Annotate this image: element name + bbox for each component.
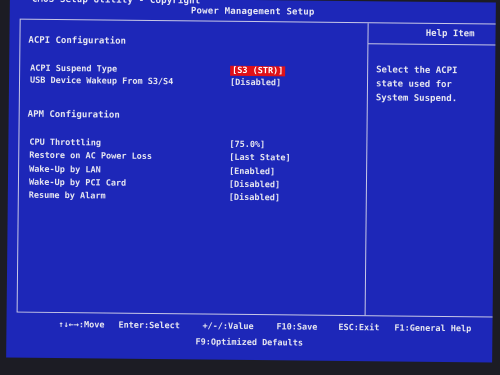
setting-label: Restore on AC Power Loss [29,150,153,162]
setting-value[interactable]: [Disabled] [230,78,281,89]
setting-resume-alarm[interactable]: Resume by Alarm [Disabled] [29,191,359,206]
help-text: Select the ACPI state used for System Su… [376,63,494,106]
key-hint-defaults: F9:Optimized Defaults [195,337,304,349]
setting-value[interactable]: [Last State] [229,153,291,164]
setting-value[interactable]: [Disabled] [229,180,280,191]
help-line: Select the ACPI [376,65,458,77]
help-title: Help Item [425,28,475,40]
key-hint-exit: ESC:Exit [338,322,380,334]
setting-label: Resume by Alarm [28,190,106,202]
setting-usb-wakeup[interactable]: USB Device Wakeup From S3/S4 [Disabled] [30,76,360,91]
key-legend: ↑↓←→:Move Enter:Select +/-/:Value F10:Sa… [7,319,493,334]
setting-label: CPU Throttling [29,137,102,149]
setting-value[interactable]: [75.0%] [229,140,265,150]
key-hint-move: ↑↓←→:Move [58,319,105,331]
setting-label: Wake-Up by PCI Card [28,177,127,189]
setting-label: USB Device Wakeup From S3/S4 [29,75,174,88]
panel-divider [364,23,369,316]
key-hint-save: F10:Save [276,322,318,333]
setting-restore-ac-power-loss[interactable]: Restore on AC Power Loss [Last State] [29,151,359,166]
setting-value[interactable]: [Enabled] [229,167,275,177]
key-hint-help: F1:General Help [394,323,472,335]
setting-value[interactable]: [Disabled] [229,193,280,204]
setting-label: Wake-Up by LAN [29,164,101,176]
key-hint-value: +/-/:Value [202,321,254,333]
acpi-section-heading: ACPI Configuration [28,35,127,47]
help-panel-header: Help Item [368,23,496,46]
bios-screen: CMOS Setup Utility - Copyright Power Man… [6,0,496,363]
setting-value[interactable]: [S3 (STR)] [230,65,286,77]
apm-section-heading: APM Configuration [27,109,120,121]
help-line: state used for [375,79,452,91]
key-hint-select: Enter:Select [118,320,180,332]
settings-frame: Help Item Select the ACPI state used for… [16,18,496,318]
help-line: System Suspend. [375,93,458,105]
setting-label: ACPI Suspend Type [30,63,118,75]
